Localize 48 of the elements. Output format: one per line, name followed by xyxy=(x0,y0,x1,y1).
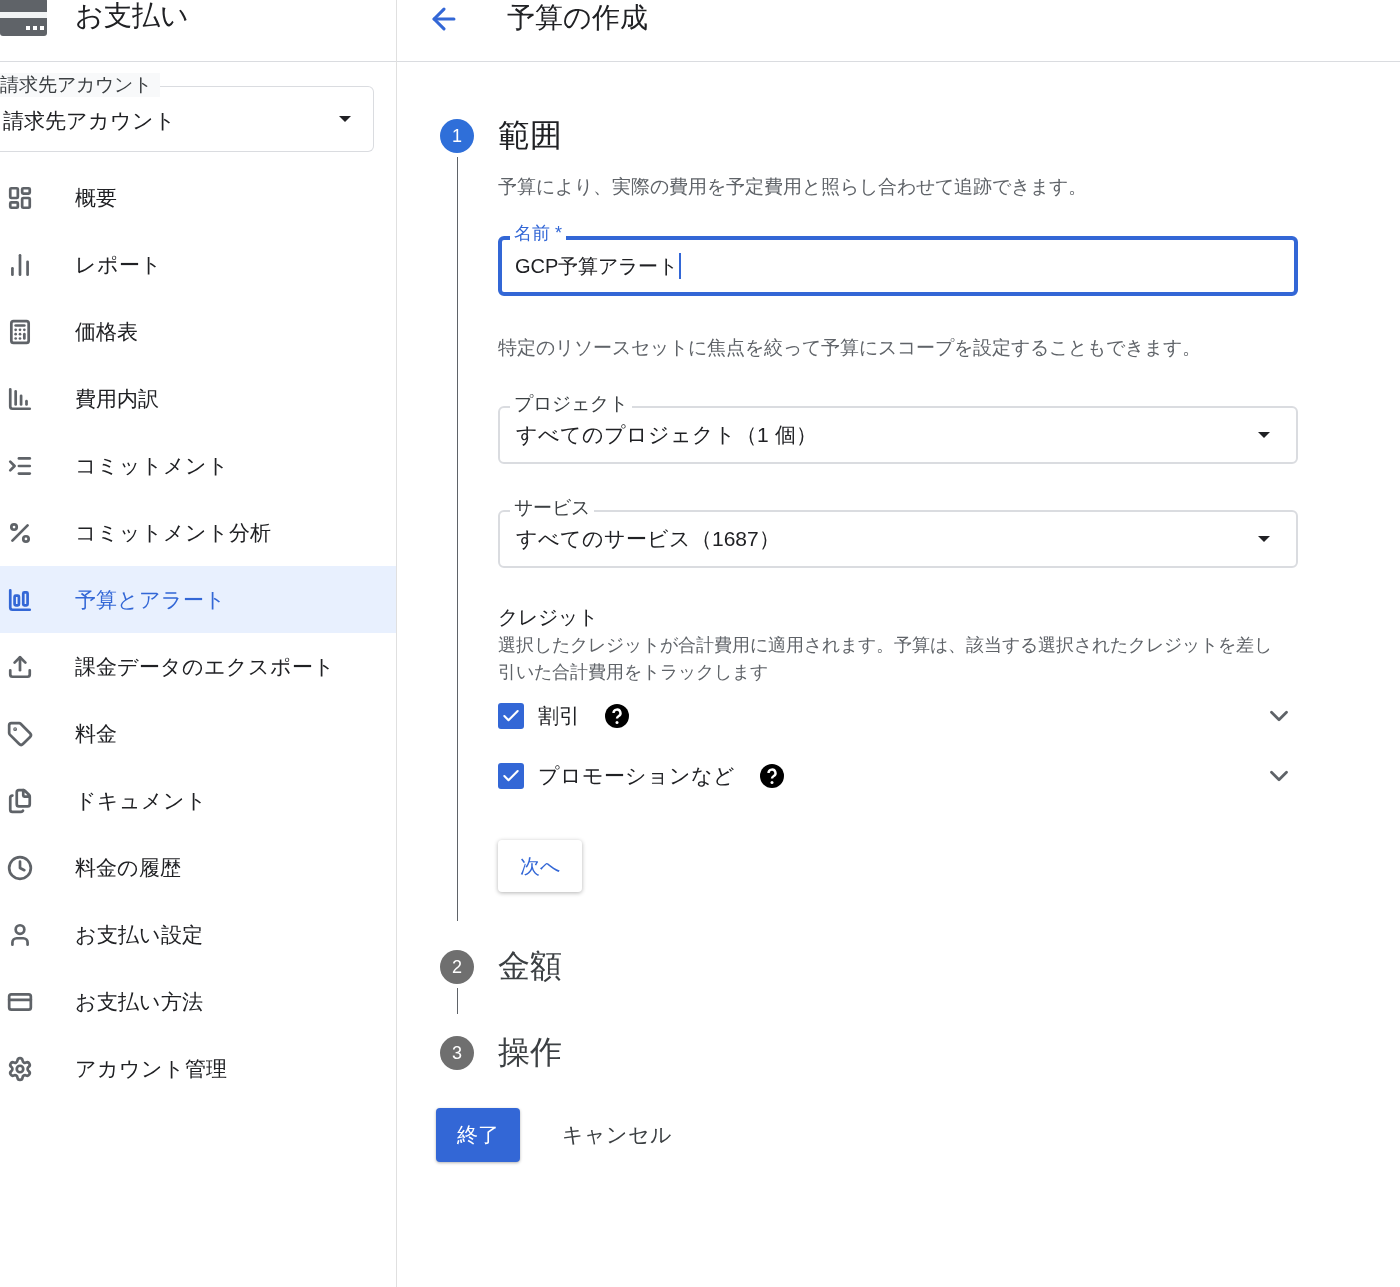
help-icon[interactable] xyxy=(604,703,630,729)
step-number: 1 xyxy=(440,119,474,153)
dropdown-caret-icon xyxy=(1258,432,1270,438)
bar-chart-icon xyxy=(7,385,33,412)
cancel-button[interactable]: キャンセル xyxy=(560,1108,674,1162)
description-text: 選択したクレジットが合計費用に適用されます。予算は、該当する選択されたクレジットを差し引いた合計費用をトラックします xyxy=(498,634,1273,684)
nav-item[interactable]: アカウント管理 xyxy=(0,1035,396,1102)
nav-item[interactable]: 価格表 xyxy=(0,298,396,365)
upload-icon xyxy=(7,653,33,680)
nav-item[interactable]: 課金データのエクスポート xyxy=(0,633,396,700)
step-title: 範囲 xyxy=(498,119,563,151)
field-label: 請求先アカウント xyxy=(0,73,160,97)
hint-text: 特定のリソースセットに焦点を絞って予算にスコープを設定することもできます。 xyxy=(498,335,1202,360)
nav-item[interactable]: レポート xyxy=(0,231,396,298)
nav-item[interactable]: コミットメント分析 xyxy=(0,499,396,566)
dropdown-caret-icon xyxy=(339,116,351,122)
calculator-icon xyxy=(7,318,33,345)
next-button[interactable]: 次へ xyxy=(498,840,582,892)
bar-chart-icon xyxy=(7,586,33,613)
help-icon[interactable] xyxy=(759,763,785,789)
checkbox-label: 割引 xyxy=(538,703,580,730)
dashboard-icon xyxy=(7,184,33,211)
step-title: 金額 xyxy=(498,950,562,982)
nav-item[interactable]: コミットメント xyxy=(0,432,396,499)
section-title: クレジット xyxy=(498,605,599,630)
step-number: 3 xyxy=(440,1036,474,1070)
dropdown-caret-icon xyxy=(1258,536,1270,542)
nav-item[interactable]: 費用内訳 xyxy=(0,365,396,432)
clock-icon xyxy=(7,854,33,881)
checkbox[interactable] xyxy=(498,703,524,729)
nav-item[interactable]: ドキュメント xyxy=(0,767,396,834)
checkbox-label: プロモーションなど xyxy=(538,763,735,790)
nav-item[interactable]: 料金の履歴 xyxy=(0,834,396,901)
step-title: 操作 xyxy=(498,1036,562,1068)
step-number: 2 xyxy=(440,950,474,984)
nav-item[interactable]: お支払い設定 xyxy=(0,901,396,968)
app-title: お支払い xyxy=(75,0,189,30)
nav-item[interactable]: お支払い方法 xyxy=(0,968,396,1035)
finish-button[interactable]: 終了 xyxy=(436,1108,520,1162)
checkbox[interactable] xyxy=(498,763,524,789)
description-text: 予算により、実際の費用を予定費用と照らし合わせて追跡できます。 xyxy=(498,175,1088,199)
nav-item[interactable]: 予算とアラート xyxy=(0,566,396,633)
nav-item[interactable]: 概要 xyxy=(0,164,396,231)
tag-icon xyxy=(7,720,33,747)
page-title: 予算の作成 xyxy=(507,1,648,32)
documents-icon xyxy=(7,787,33,814)
nav-item[interactable]: 料金 xyxy=(0,700,396,767)
settings-icon xyxy=(7,1055,33,1082)
